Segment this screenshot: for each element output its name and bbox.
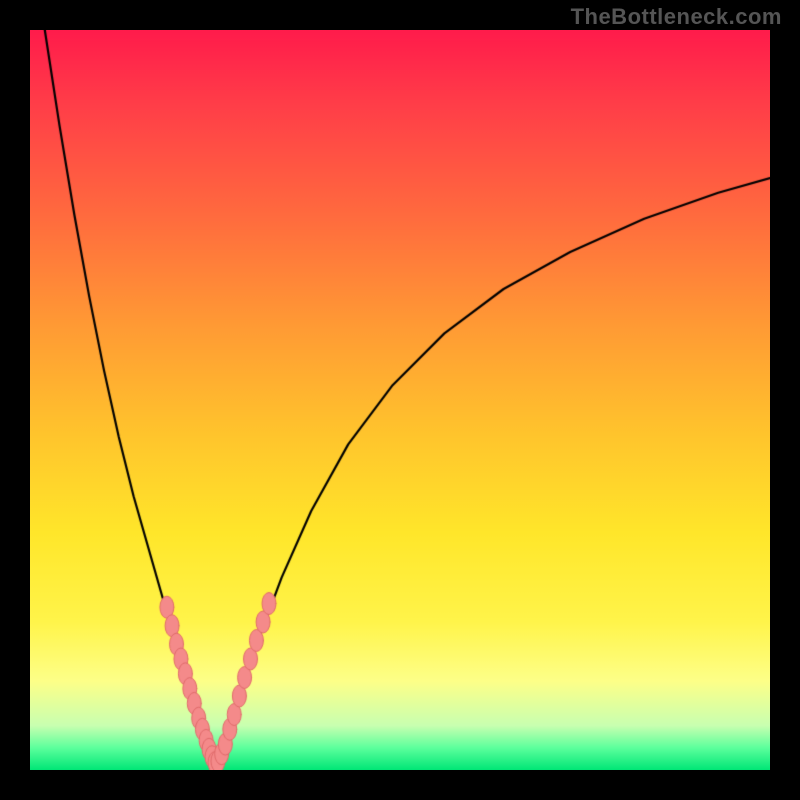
watermark-text: TheBottleneck.com: [571, 4, 782, 30]
plot-area: [30, 30, 770, 770]
chart-canvas: [30, 30, 770, 770]
chart-frame: TheBottleneck.com: [0, 0, 800, 800]
